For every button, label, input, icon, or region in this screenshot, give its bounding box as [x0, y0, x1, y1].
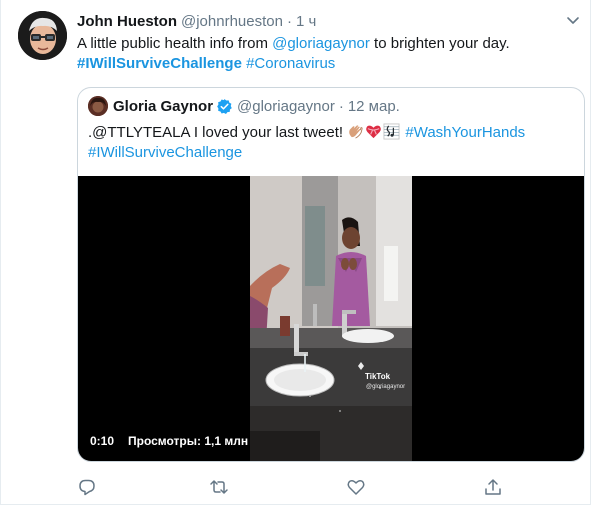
- tweet-header: John Hueston @johnrhueston · 1 ч: [77, 11, 316, 31]
- quoted-avatar[interactable]: [88, 96, 108, 116]
- author-handle[interactable]: @johnrhueston: [181, 13, 283, 30]
- quoted-tweet[interactable]: Gloria Gaynor @gloriagaynor · 12 мар. .@…: [77, 87, 585, 462]
- quoted-text: .@TTLYTEALA I loved your last tweet! #Wa…: [88, 123, 568, 163]
- author-name[interactable]: John Hueston: [77, 13, 177, 30]
- quoted-author-name[interactable]: Gloria Gaynor: [113, 98, 213, 115]
- tweet-text-end: to brighten your day.: [369, 35, 510, 52]
- hashtag-link[interactable]: #IWillSurviveChallenge: [77, 55, 242, 72]
- tweet-actions: [77, 477, 577, 499]
- memoji-avatar-icon: [18, 11, 67, 60]
- separator-dot: ·: [338, 98, 344, 115]
- chevron-down-icon[interactable]: [565, 12, 581, 28]
- mention-link[interactable]: @gloriagaynor: [272, 35, 370, 52]
- tiktok-watermark-user: @gloriagaynor: [366, 384, 406, 390]
- verified-badge-icon: [217, 99, 232, 114]
- quoted-date[interactable]: 12 мар.: [348, 98, 400, 115]
- hashtag-link[interactable]: #WashYourHands: [405, 124, 525, 141]
- avatar[interactable]: [18, 11, 67, 60]
- hashtag-link[interactable]: #IWillSurviveChallenge: [88, 144, 242, 161]
- clapping-hands-icon: [349, 125, 363, 139]
- like-icon[interactable]: [346, 477, 366, 497]
- share-icon[interactable]: [483, 477, 503, 497]
- musical-score-icon: [383, 123, 400, 140]
- video-duration: 0:10: [90, 434, 115, 448]
- video-still-image: [250, 176, 412, 461]
- retweet-icon[interactable]: [209, 477, 229, 497]
- reply-icon[interactable]: [77, 477, 97, 497]
- tweet-text-start: A little public health info from: [77, 35, 273, 52]
- video-views: Просмотры: 1,1 млн: [128, 434, 249, 448]
- hashtag-link[interactable]: #Coronavirus: [246, 55, 335, 72]
- tiktok-watermark: TikTok: [365, 372, 391, 381]
- tweet-timestamp[interactable]: 1 ч: [296, 13, 316, 30]
- quoted-header: Gloria Gaynor @gloriagaynor · 12 мар.: [113, 97, 400, 116]
- quoted-author-handle[interactable]: @gloriagaynor: [237, 98, 335, 115]
- profile-photo-icon: [88, 96, 108, 116]
- video-frame[interactable]: TikTok @gloriagaynor: [250, 176, 412, 461]
- video-player[interactable]: TikTok @gloriagaynor 0:10 Просмотры: 1,1…: [78, 176, 584, 461]
- separator-dot: ·: [286, 12, 292, 30]
- tweet-card[interactable]: John Hueston @johnrhueston · 1 ч A littl…: [0, 0, 591, 505]
- tweet-text: A little public health info from @gloria…: [77, 34, 577, 74]
- quoted-text-body: .@TTLYTEALA I loved your last tweet!: [88, 124, 348, 141]
- heart-with-ribbon-icon: [366, 125, 382, 139]
